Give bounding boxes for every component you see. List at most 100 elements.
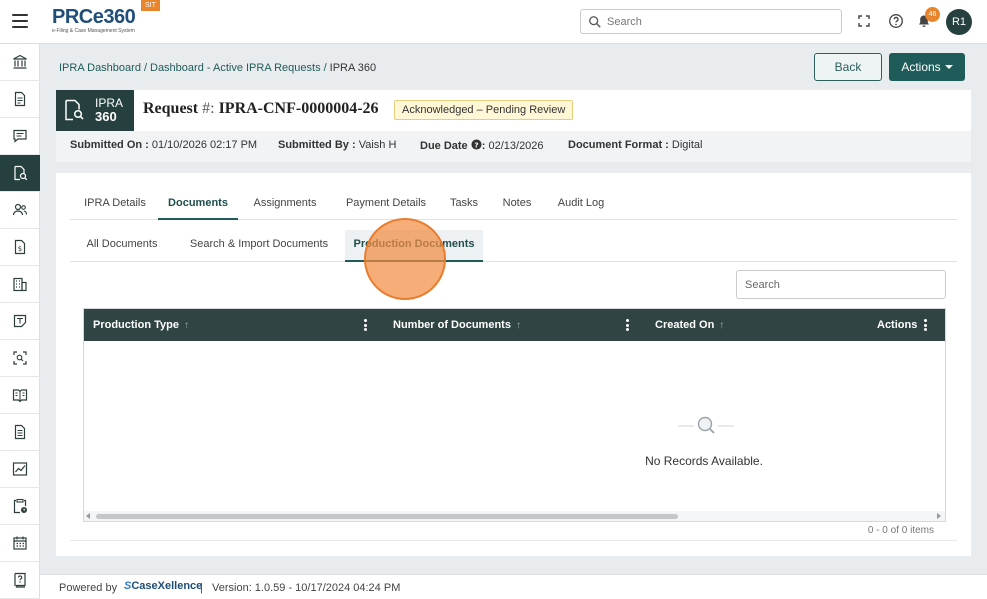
- invoice-icon: $: [14, 239, 26, 255]
- due-date: Due Date ?: 02/13/2026: [420, 139, 544, 152]
- no-records-search-icon: [678, 416, 734, 434]
- sidebar-item-scan[interactable]: [0, 340, 40, 377]
- scrollbar-thumb[interactable]: [96, 514, 678, 519]
- column-menu-icon[interactable]: [924, 319, 928, 331]
- tab-documents[interactable]: Documents: [158, 192, 238, 220]
- sidebar-item-users[interactable]: [0, 192, 40, 229]
- column-menu-icon[interactable]: [626, 319, 630, 331]
- sidebar: $: [0, 44, 40, 599]
- column-label: Number of Documents: [393, 319, 511, 331]
- breadcrumb-current: IPRA 360: [329, 62, 377, 74]
- sort-arrow-icon: ↑: [719, 320, 725, 331]
- column-production-type[interactable]: Production Type ↑: [93, 309, 189, 341]
- sidebar-item-tasks[interactable]: [0, 488, 40, 525]
- building-icon: [13, 277, 27, 292]
- primary-tabs: IPRA Details Documents Assignments Payme…: [70, 192, 957, 220]
- production-documents-grid: Production Type ↑ Number of Documents ↑ Cr…: [83, 308, 946, 522]
- sidebar-item-agencies[interactable]: [0, 266, 40, 303]
- column-label: Production Type: [93, 319, 179, 331]
- environment-badge: SIT: [141, 0, 160, 11]
- chart-icon: [12, 462, 28, 476]
- column-number-of-documents[interactable]: Number of Documents ↑: [393, 309, 521, 341]
- scroll-left-arrow-icon[interactable]: [86, 513, 90, 519]
- sidebar-item-dashboard[interactable]: [0, 44, 40, 81]
- breadcrumb-separator: /: [323, 62, 327, 74]
- submitted-by-label: Submitted By :: [278, 139, 356, 151]
- actions-dropdown-button[interactable]: Actions: [889, 53, 965, 81]
- version-text: Version: 1.0.59 - 10/17/2024 04:24 PM: [212, 582, 401, 594]
- breadcrumb-ipra-dashboard[interactable]: IPRA Dashboard: [59, 62, 141, 74]
- request-title: Request #: IPRA-CNF-0000004-26: [143, 100, 379, 118]
- tab-tasks[interactable]: Tasks: [444, 192, 484, 220]
- empty-state-message: No Records Available.: [645, 454, 763, 468]
- pagination-summary: 0 - 0 of 0 items: [867, 525, 934, 536]
- breadcrumb-separator: /: [143, 62, 147, 74]
- submitted-by: Submitted By : Vaish H: [278, 139, 396, 151]
- tab-ipra-details[interactable]: IPRA Details: [70, 192, 160, 220]
- tab-assignments[interactable]: Assignments: [244, 192, 326, 220]
- request-header-card: IPRA 360 Request #: IPRA-CNF-0000004-26 …: [56, 90, 971, 162]
- global-search: [580, 9, 842, 34]
- powered-by-text: Powered by: [59, 582, 118, 594]
- note-icon: [13, 314, 27, 328]
- sort-arrow-icon: ↑: [183, 320, 189, 331]
- global-search-input[interactable]: [607, 13, 835, 31]
- documents-card: IPRA Details Documents Assignments Payme…: [56, 173, 971, 556]
- sidebar-item-documents[interactable]: [0, 81, 40, 118]
- ipra-badge-line2: 360: [95, 109, 117, 124]
- book-icon: [12, 389, 28, 403]
- document-search-icon: [65, 99, 84, 121]
- scan-icon: [13, 351, 27, 365]
- horizontal-scrollbar[interactable]: [84, 511, 945, 521]
- breadcrumb: IPRA Dashboard / Dashboard - Active IPRA R…: [59, 62, 376, 74]
- sidebar-item-billing[interactable]: $: [0, 229, 40, 266]
- logo-subtitle: e-Filing & Case Management System: [52, 28, 135, 34]
- subtab-production-documents[interactable]: Production Documents: [345, 230, 483, 262]
- scroll-right-arrow-icon[interactable]: [937, 513, 941, 519]
- column-label: Created On: [655, 319, 715, 331]
- subtab-search-import-documents[interactable]: Search & Import Documents: [176, 230, 342, 262]
- menu-icon[interactable]: [12, 14, 28, 28]
- sidebar-item-help[interactable]: [0, 562, 40, 599]
- top-bar: PRCe360 e-Filing & Case Management Syste…: [0, 0, 987, 44]
- tab-audit-log[interactable]: Audit Log: [548, 192, 614, 220]
- vendor-logo: SCaseXellence: [124, 580, 202, 592]
- search-icon: [589, 16, 601, 28]
- user-avatar[interactable]: R1: [946, 9, 972, 35]
- vendor-name: CaseXellence: [131, 580, 203, 592]
- column-created-on[interactable]: Created On ↑: [655, 309, 724, 341]
- sidebar-item-ipra-360[interactable]: [0, 155, 40, 192]
- actions-label: Actions: [901, 60, 941, 74]
- request-title-label: Request: [143, 100, 199, 117]
- sidebar-item-messages[interactable]: [0, 118, 40, 155]
- footer-separator: |: [200, 582, 203, 594]
- sidebar-item-analytics[interactable]: [0, 451, 40, 488]
- subtab-all-documents[interactable]: All Documents: [70, 230, 174, 262]
- breadcrumb-active-requests[interactable]: Dashboard - Active IPRA Requests: [150, 62, 321, 74]
- document-format-label: Document Format :: [568, 139, 669, 151]
- column-actions[interactable]: Actions: [877, 309, 917, 341]
- info-icon[interactable]: ?: [471, 139, 482, 150]
- back-button[interactable]: Back: [814, 53, 882, 81]
- grid-search-input[interactable]: [736, 270, 946, 299]
- submitted-on-value: 01/10/2026 02:17 PM: [151, 139, 258, 151]
- tab-notes[interactable]: Notes: [496, 192, 538, 220]
- grid-header: Production Type ↑ Number of Documents ↑ Cr…: [84, 309, 945, 341]
- sidebar-item-reports[interactable]: [0, 414, 40, 451]
- calendar-icon: [13, 536, 27, 550]
- document-search-icon: [14, 165, 28, 181]
- request-title-hash: #:: [202, 100, 215, 117]
- help-icon[interactable]: [888, 13, 904, 29]
- column-menu-icon[interactable]: [364, 319, 368, 331]
- sidebar-item-library[interactable]: [0, 377, 40, 414]
- caret-down-icon: [944, 65, 953, 69]
- due-date-separator: :: [481, 140, 486, 152]
- sidebar-item-notes[interactable]: [0, 303, 40, 340]
- svg-text:$: $: [18, 245, 22, 253]
- divider: [70, 540, 957, 541]
- file-text-icon: [14, 424, 26, 440]
- sidebar-item-calendar[interactable]: [0, 525, 40, 562]
- tab-payment-details[interactable]: Payment Details: [336, 192, 436, 220]
- fullscreen-icon[interactable]: [856, 13, 872, 29]
- chat-icon: [13, 129, 27, 143]
